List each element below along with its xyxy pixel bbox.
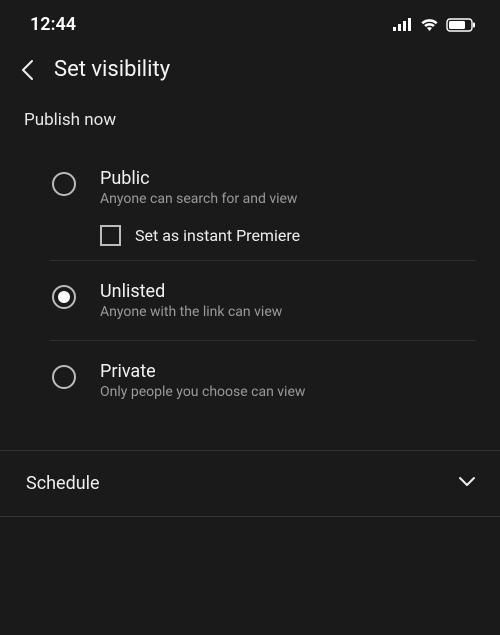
wifi-icon — [420, 18, 439, 32]
option-unlisted-desc: Anyone with the link can view — [100, 304, 476, 320]
status-indicators — [393, 18, 476, 32]
premiere-label: Set as instant Premiere — [135, 226, 300, 245]
option-unlisted-title: Unlisted — [100, 281, 476, 302]
visibility-options: Public Anyone can search for and view Se… — [0, 148, 500, 420]
status-time: 12:44 — [30, 14, 76, 35]
chevron-down-icon — [458, 476, 474, 492]
battery-icon — [446, 18, 476, 32]
option-unlisted[interactable]: Unlisted Anyone with the link can view — [0, 261, 500, 340]
premiere-row[interactable]: Set as instant Premiere — [100, 225, 476, 246]
option-public-title: Public — [100, 168, 476, 189]
option-public[interactable]: Public Anyone can search for and view Se… — [0, 148, 500, 260]
status-bar: 12:44 — [0, 0, 500, 43]
option-private[interactable]: Private Only people you choose can view — [0, 341, 500, 420]
schedule-row[interactable]: Schedule — [0, 450, 500, 517]
radio-public[interactable] — [52, 172, 76, 196]
page-title: Set visibility — [54, 57, 170, 82]
premiere-checkbox[interactable] — [100, 225, 121, 246]
option-private-title: Private — [100, 361, 476, 382]
section-publish-now: Publish now — [0, 104, 500, 148]
option-private-desc: Only people you choose can view — [100, 384, 476, 400]
radio-private[interactable] — [52, 365, 76, 389]
radio-unlisted[interactable] — [52, 285, 76, 309]
header: Set visibility — [0, 43, 500, 104]
schedule-label: Schedule — [26, 473, 100, 494]
option-public-desc: Anyone can search for and view — [100, 191, 476, 207]
back-icon[interactable] — [18, 61, 36, 79]
cellular-icon — [393, 18, 413, 31]
